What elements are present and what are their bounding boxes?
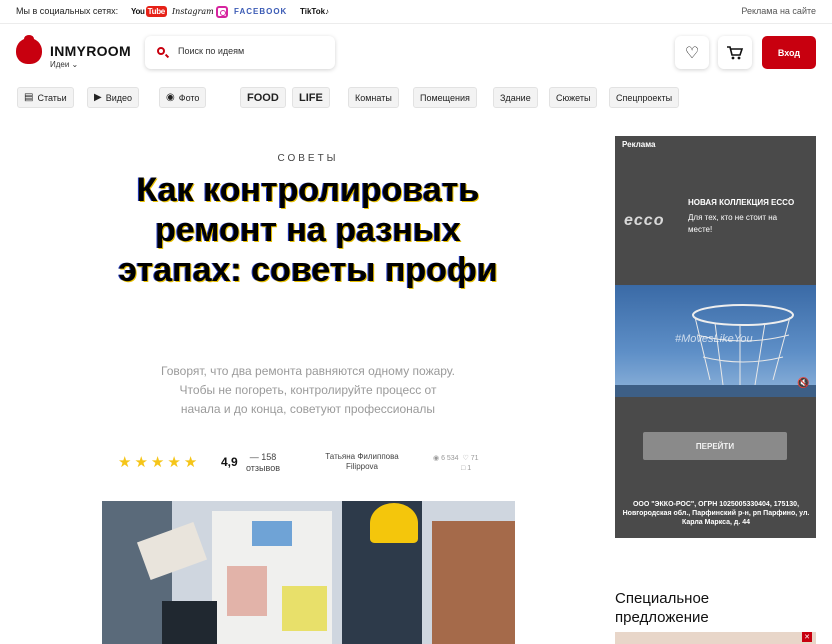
star-icon[interactable]: ★ (134, 453, 147, 471)
nav-articles[interactable]: ▤ Статьи (17, 87, 74, 108)
social-label: Мы в социальных сетях: (16, 6, 119, 16)
youtube-text: You (131, 7, 145, 16)
nav-articles-label: Статьи (37, 92, 67, 103)
nav-video[interactable]: ▶ Видео (87, 87, 139, 108)
tiktok-link[interactable]: TikTok ♪ (300, 4, 329, 19)
rating-stars[interactable]: ★ ★ ★ ★ ★ (118, 453, 200, 471)
nav-photo[interactable]: ◉ Фото (159, 87, 207, 108)
heart-small-icon: ♡ (462, 455, 469, 462)
logo-text: INMYROOM (50, 43, 131, 59)
comment-icon: □ (461, 465, 466, 472)
ad-subtitle: Для тех, кто не стоит на месте! (688, 213, 778, 234)
tiktok-icon: ♪ (325, 7, 330, 16)
youtube-logo-icon: Tube (145, 6, 167, 17)
instagram-text: Instagram (172, 7, 214, 16)
ad-banner[interactable]: Реклама ecco НОВАЯ КОЛЛЕКЦИЯ ECCO Для те… (615, 136, 816, 538)
special-offer-heading: Специальное предложение (615, 590, 710, 626)
article-hero-image (102, 501, 515, 644)
star-icon[interactable]: ★ (167, 453, 180, 471)
advertise-link[interactable]: Реклама на сайте (741, 6, 816, 16)
favorites-button[interactable]: ♡ (675, 36, 709, 69)
special-offer-image[interactable]: ✕ (615, 632, 816, 644)
likes-count: 71 (470, 455, 479, 462)
article-category[interactable]: СОВЕТЫ (100, 153, 516, 164)
reviews-count: — 158 (249, 452, 277, 462)
nav-food[interactable]: FOOD (240, 87, 286, 108)
search-input[interactable]: Поиск по идеям (145, 36, 335, 69)
ad-cta-button[interactable]: ПЕРЕЙТИ (643, 432, 787, 460)
article-title: Как контролировать ремонт на разных этап… (118, 171, 498, 289)
close-icon[interactable]: ✕ (802, 632, 812, 642)
eye-icon: ◉ (433, 455, 440, 462)
nav-building[interactable]: Здание (493, 87, 538, 108)
nav-stories[interactable]: Сюжеты (549, 87, 598, 108)
login-button[interactable]: Вход (762, 36, 816, 69)
ad-collection: НОВАЯ КОЛЛЕКЦИЯ ECCO (688, 198, 795, 207)
views-count: 6 534 (441, 455, 459, 462)
nav-life[interactable]: LIFE (292, 87, 330, 108)
heart-icon: ♡ (684, 44, 700, 62)
play-icon: ▶ (94, 92, 102, 103)
ideas-dropdown[interactable]: Идеи ⌄ (50, 60, 78, 69)
articles-icon: ▤ (24, 92, 34, 103)
nav-premises[interactable]: Помещения (413, 87, 477, 108)
search-placeholder: Поиск по идеям (178, 46, 245, 56)
nav-photo-label: Фото (178, 92, 200, 103)
ad-label: Реклама (622, 140, 656, 149)
cart-icon (727, 45, 744, 59)
camera-icon: ◉ (166, 92, 175, 103)
facebook-link[interactable]: FACEBOOK (234, 4, 287, 19)
ad-hashtag: #MovesLikeYou (675, 333, 753, 345)
ad-video[interactable]: #MovesLikeYou 🔇 (615, 285, 816, 397)
cart-button[interactable] (718, 36, 752, 69)
search-icon (157, 47, 165, 55)
article-lead: Говорят, что два ремонта равняются одном… (161, 364, 455, 416)
logo-icon (16, 35, 42, 64)
nav-special-projects[interactable]: Спецпроекты (609, 87, 680, 108)
reviews-link[interactable]: — 158 отзывов (246, 452, 280, 474)
reviews-label: отзывов (246, 463, 280, 473)
top-bar: Мы в социальных сетях: You Tube Instagram… (0, 0, 832, 24)
youtube-link[interactable]: You Tube (131, 4, 167, 19)
ad-legal-text: ООО "ЭККО-РОС", ОГРН 1025005330404, 1751… (622, 501, 810, 526)
author-name[interactable]: Татьяна Филиппова Filippova (318, 452, 406, 472)
ecco-logo: ecco (624, 212, 665, 229)
star-icon[interactable]: ★ (118, 453, 131, 471)
comments-count: 1 (467, 465, 472, 472)
star-icon[interactable]: ★ (184, 453, 197, 471)
nav-video-label: Видео (105, 92, 132, 103)
tiktok-text: TikTok (300, 7, 326, 16)
instagram-link[interactable]: Instagram (172, 4, 228, 19)
rating-value: 4,9 (221, 455, 238, 469)
mute-icon[interactable]: 🔇 (797, 378, 809, 389)
instagram-icon (215, 5, 228, 18)
star-icon[interactable]: ★ (151, 453, 164, 471)
article-stats: ◉ 6 534 ♡ 71 □ 1 (433, 454, 479, 474)
nav-rooms[interactable]: Комнаты (348, 87, 399, 108)
